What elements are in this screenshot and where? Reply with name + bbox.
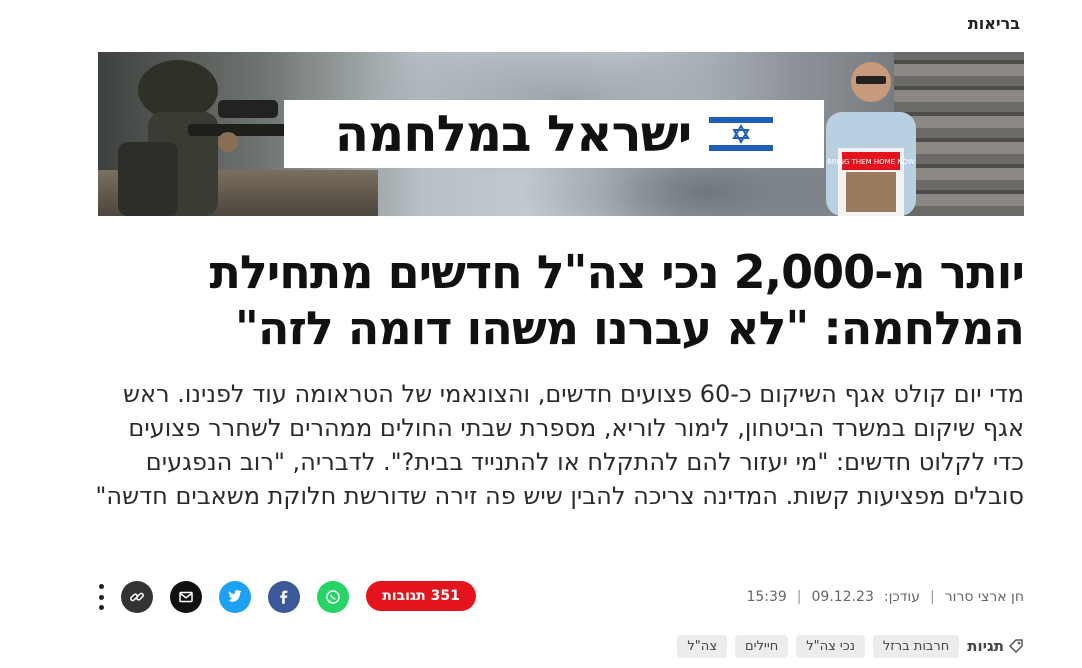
twitter-share-button[interactable]	[219, 581, 251, 613]
tag-item[interactable]: חיילים	[734, 634, 789, 658]
tags-bar: תגיות חרבות ברזל נכי צה"ל חיילים צה"ל	[677, 632, 1024, 660]
email-icon	[179, 591, 193, 603]
facebook-share-button[interactable]	[268, 581, 300, 613]
meta-separator: |	[796, 589, 802, 605]
more-options-button[interactable]	[94, 582, 108, 612]
poster-text: BRING THEM HOME NOW	[827, 158, 915, 166]
article-meta: חן ארצי סרור | עודכן: 09.12.23 | 15:39	[746, 582, 1024, 612]
updated-time: 15:39	[746, 589, 787, 605]
link-icon	[130, 592, 144, 602]
whatsapp-icon	[326, 590, 340, 604]
tag-icon	[1008, 639, 1023, 654]
email-share-button[interactable]	[170, 581, 202, 613]
tags-title-label: תגיות	[967, 637, 1004, 655]
war-banner[interactable]: ישראל במלחמה BRING THEM HOME NOW	[98, 52, 1024, 216]
more-dot-icon	[98, 594, 104, 600]
article-headline: יותר מ-2,000 נכי צה"ל חדשים מתחילת המלחמ…	[209, 245, 1025, 355]
tags-title: תגיות	[967, 637, 1024, 655]
man-holding-poster-image: BRING THEM HOME NOW	[826, 62, 916, 216]
tag-item[interactable]: צה"ל	[677, 634, 727, 658]
banner-title-bar: ישראל במלחמה	[284, 100, 824, 168]
more-dot-icon	[98, 605, 104, 610]
tag-item[interactable]: חרבות ברזל	[872, 634, 960, 658]
author-name[interactable]: חן ארצי סרור	[945, 589, 1024, 605]
facebook-icon	[280, 590, 288, 604]
more-dot-icon	[98, 584, 104, 589]
tag-item[interactable]: נכי צה"ל	[796, 634, 865, 658]
copy-link-button[interactable]	[121, 581, 153, 613]
updated-label: עודכן:	[883, 589, 921, 605]
article-lead: מדי יום קולט אגף השיקום כ-60 פצועים חדשי…	[95, 380, 1024, 510]
section-category[interactable]: בריאות	[968, 14, 1020, 33]
meta-separator: |	[930, 589, 935, 605]
whatsapp-share-button[interactable]	[317, 581, 349, 613]
twitter-icon	[228, 590, 242, 602]
comments-button[interactable]: 351 תגובות	[366, 581, 476, 611]
updated-date: 09.12.23	[811, 589, 874, 605]
israel-flag-icon	[709, 113, 774, 155]
banner-title: ישראל במלחמה	[334, 105, 693, 163]
